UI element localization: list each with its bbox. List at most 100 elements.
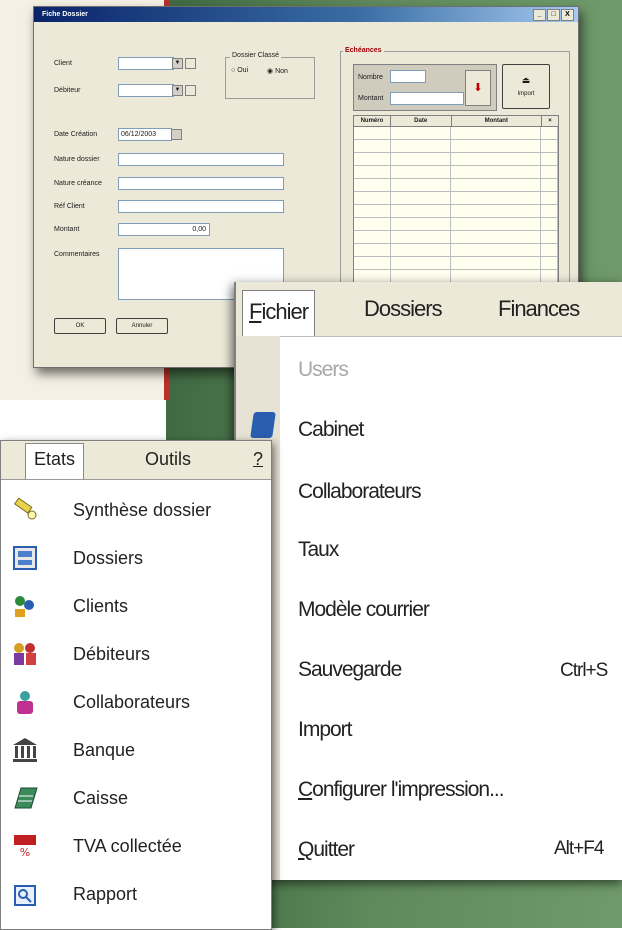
grid-cell[interactable] [391,257,452,269]
menu-item-configurer-impression[interactable]: Configurer l'impression... [298,778,505,802]
grid-cell[interactable] [541,270,558,282]
tab-etats[interactable]: Etats [25,443,85,479]
grid-cell[interactable] [541,179,558,191]
grid-cell[interactable] [391,244,452,256]
grid-cell[interactable] [354,218,391,230]
ech-montant-field[interactable] [390,92,464,105]
grid-cell[interactable] [354,166,391,178]
grid-cell[interactable] [354,270,391,282]
tab-finances[interactable]: Finances [498,296,580,322]
grid-cell[interactable] [354,192,391,204]
grid-row[interactable] [354,179,558,192]
tab-dossiers[interactable]: Dossiers [364,296,443,322]
grid-row[interactable] [354,257,558,270]
grid-cell[interactable] [541,140,558,152]
menu-item-modele-courrier[interactable]: Modèle courrier [298,598,430,622]
grid-cell[interactable] [541,153,558,165]
grid-cell[interactable] [451,231,542,243]
grid-row[interactable] [354,140,558,153]
grid-cell[interactable] [541,166,558,178]
grid-cell[interactable] [354,127,391,139]
menu-item-taux[interactable]: Taux [298,538,339,562]
date-creation-field[interactable]: 06/12/2003 [118,128,172,141]
grid-cell[interactable] [391,192,452,204]
grid-header-date[interactable]: Date [391,116,452,126]
grid-row[interactable] [354,218,558,231]
menu-item-collaborateurs[interactable]: Collaborateurs [11,679,190,725]
grid-cell[interactable] [541,231,558,243]
echeances-grid[interactable]: Numéro Date Montant × [353,115,559,309]
menu-item-banque[interactable]: Banque [11,727,135,773]
menu-item-clients[interactable]: Clients [11,583,128,629]
grid-row[interactable] [354,153,558,166]
debiteur-combo[interactable] [118,84,174,97]
grid-cell[interactable] [451,153,542,165]
grid-cell[interactable] [451,127,542,139]
grid-header-montant[interactable]: Montant [452,116,543,126]
radio-non[interactable]: ◉ Non [267,67,288,75]
menu-item-tva-collectee[interactable]: % TVA collectée [11,823,182,869]
grid-cell[interactable] [541,205,558,217]
grid-row[interactable] [354,127,558,140]
grid-cell[interactable] [451,218,542,230]
grid-cell[interactable] [451,140,542,152]
annuler-button[interactable]: Annuler [116,318,168,334]
grid-row[interactable] [354,244,558,257]
grid-cell[interactable] [354,244,391,256]
menu-item-debiteurs[interactable]: Débiteurs [11,631,150,677]
grid-cell[interactable] [391,153,452,165]
grid-cell[interactable] [541,257,558,269]
menu-item-rapport[interactable]: Rapport [11,871,137,917]
calendar-icon[interactable] [171,129,182,140]
import-button[interactable]: ⏏ Import [502,64,550,109]
grid-cell[interactable] [391,166,452,178]
grid-cell[interactable] [451,270,542,282]
radio-oui[interactable]: ○ Oui [231,67,248,74]
menu-item-sauvegarde[interactable]: Sauvegarde [298,658,402,682]
grid-cell[interactable] [391,179,452,191]
menu-item-import[interactable]: Import [298,718,353,742]
menu-item-dossiers[interactable]: Dossiers [11,535,143,581]
generate-down-arrow-icon[interactable]: ⬇ [465,70,491,106]
menu-item-cabinet[interactable]: Cabinet [298,418,364,442]
tab-outils[interactable]: Outils [145,449,191,470]
grid-cell[interactable] [451,244,542,256]
close-button[interactable]: X [561,9,574,21]
grid-cell[interactable] [451,205,542,217]
nombre-field[interactable] [390,70,426,83]
grid-cell[interactable] [451,179,542,191]
ref-client-field[interactable] [118,200,284,213]
grid-cell[interactable] [354,140,391,152]
grid-cell[interactable] [354,153,391,165]
client-dropdown-icon[interactable]: ▼ [172,58,183,69]
grid-cell[interactable] [451,257,542,269]
client-lookup-button[interactable] [185,58,196,69]
client-combo[interactable] [118,57,174,70]
grid-cell[interactable] [391,218,452,230]
grid-cell[interactable] [541,127,558,139]
menu-item-synthese-dossier[interactable]: Synthèse dossier [11,487,211,533]
grid-header-numero[interactable]: Numéro [354,116,391,126]
window-titlebar[interactable]: Fiche Dossier _ □ X [34,7,578,22]
tab-fichier[interactable]: Fichier [242,290,316,336]
menu-item-caisse[interactable]: Caisse [11,775,128,821]
tab-help[interactable]: ? [253,449,263,470]
grid-cell[interactable] [354,205,391,217]
grid-cell[interactable] [541,192,558,204]
menu-item-quitter[interactable]: Quitter [298,838,355,862]
grid-cell[interactable] [451,192,542,204]
ok-button[interactable]: OK [54,318,106,334]
grid-cell[interactable] [354,257,391,269]
grid-cell[interactable] [541,244,558,256]
grid-row[interactable] [354,192,558,205]
grid-cell[interactable] [391,140,452,152]
minimize-button[interactable]: _ [533,9,546,21]
debiteur-lookup-button[interactable] [185,85,196,96]
grid-cell[interactable] [391,205,452,217]
nature-dossier-field[interactable] [118,153,284,166]
grid-cell[interactable] [354,231,391,243]
menu-item-collaborateurs[interactable]: Collaborateurs [298,480,422,504]
debiteur-dropdown-icon[interactable]: ▼ [172,85,183,96]
nature-creance-field[interactable] [118,177,284,190]
grid-cell[interactable] [391,231,452,243]
